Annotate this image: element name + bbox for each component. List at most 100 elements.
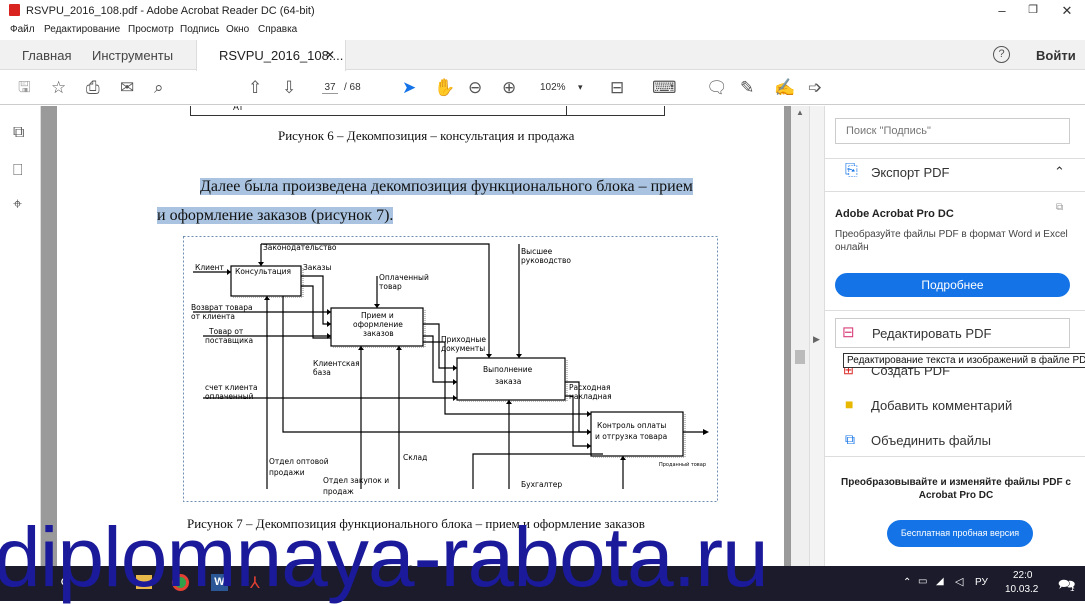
next-page-icon[interactable]: ⇩ [282, 78, 296, 98]
hand-tool-icon[interactable]: ✋ [434, 78, 455, 98]
export-pdf-label[interactable]: Экспорт PDF [871, 165, 949, 180]
pen-icon[interactable]: ✎ [740, 78, 754, 98]
diag-recv-3: заказов [363, 329, 394, 338]
tools-search-input[interactable] [835, 118, 1070, 144]
idef0-decomposition-diagram: Законодательство Высшее руководство Клие… [183, 236, 718, 502]
edit-pdf-row[interactable]: ⊟ Редактировать PDF [835, 318, 1070, 348]
menu-help[interactable]: Справка [258, 24, 297, 35]
scroll-up-icon[interactable]: ▲ [796, 108, 804, 117]
diag-paid-1: Оплаченный [379, 273, 429, 282]
paragraph-line-1: Далее была произведена декомпозиция функ… [200, 178, 693, 195]
prev-page-icon[interactable]: ⇧ [248, 78, 262, 98]
diag-control-1: Контроль оплаты [597, 421, 666, 430]
page-number-input[interactable]: 37 [322, 82, 338, 94]
diag-client: Клиент [195, 263, 225, 272]
panel-divider[interactable]: ▶ [809, 106, 824, 566]
promo-info-icon: ⧉ [1056, 202, 1064, 213]
diag-purchase-1: Отдел закупок и [323, 476, 389, 485]
login-button[interactable]: Войти [1036, 48, 1076, 63]
pages-thumbnail-icon[interactable]: ⧉ [13, 124, 24, 142]
edit-pdf-label: Редактировать PDF [872, 326, 992, 341]
diag-sold: Проданный товар [659, 461, 706, 468]
diag-invoice-1: счет клиента [205, 383, 258, 392]
help-icon[interactable]: ? [993, 46, 1010, 63]
edit-pdf-tooltip: Редактирование текста и изображений в фа… [843, 353, 1085, 368]
tab-document[interactable]: RSVPU_2016_108.... ✕ [196, 40, 346, 71]
select-cursor-icon[interactable]: ➤ [402, 78, 416, 98]
page-total: / 68 [344, 82, 361, 93]
figure-6-caption: Рисунок 6 – Декомпозиция – консультация … [278, 128, 575, 143]
site-watermark: diplomnaya-rabota.ru [0, 510, 769, 604]
edit-pdf-icon: ⊟ [842, 324, 855, 341]
print-icon[interactable]: ⎙ [86, 78, 100, 98]
bookmark-star-icon[interactable]: ☆ [51, 78, 66, 98]
network-icon[interactable]: ◢ [936, 576, 944, 587]
diag-law: Законодательство [263, 243, 337, 252]
save-icon[interactable]: 🖫 [18, 78, 31, 98]
tab-bar: Главная Инструменты RSVPU_2016_108.... ✕… [0, 40, 1085, 71]
menu-edit[interactable]: Редактирование [44, 24, 120, 35]
bookmarks-icon[interactable]: ⎕ [13, 162, 23, 180]
tray-chevron-icon[interactable]: ⌃ [903, 577, 911, 588]
search-zoom-icon[interactable]: ⌕ [154, 78, 164, 98]
diag-exec-1: Выполнение [483, 365, 533, 374]
diag-sales-2: продажи [269, 468, 305, 477]
battery-icon[interactable]: ▭ [918, 576, 927, 587]
scroll-thumb[interactable] [795, 350, 805, 364]
figure-fragment-label: АТ [233, 106, 244, 112]
diag-outgoing-1: Расходная [569, 383, 610, 392]
language-indicator[interactable]: РУ [975, 577, 988, 588]
comment-icon[interactable]: 🗨 [706, 78, 728, 98]
promo-title: Adobe Acrobat Pro DC [835, 208, 954, 220]
diag-client-base-2: база [313, 368, 331, 377]
promo-text: Преобразуйте файлы PDF в формат Word и E… [835, 229, 1068, 253]
diag-purchase-2: продаж [323, 487, 354, 496]
left-navigation-rail: ⧉ ⎕ ⌖ ◀ [0, 106, 54, 566]
menu-sign[interactable]: Подпись [180, 24, 220, 35]
diag-mgmt-1: Высшее [521, 247, 553, 256]
share-icon[interactable]: ➩ [808, 78, 822, 98]
collapse-chevron-icon[interactable]: ⌃ [1054, 164, 1065, 180]
fit-page-icon[interactable]: ⊟ [610, 78, 624, 98]
diag-paid-2: товар [379, 282, 402, 291]
zoom-dropdown-icon[interactable]: ▾ [578, 82, 583, 93]
add-comment-label[interactable]: Добавить комментарий [871, 398, 1012, 413]
zoom-in-icon[interactable]: ⊕ [502, 78, 516, 98]
diag-income-docs-2: документы [441, 344, 485, 353]
diag-sales-1: Отдел оптовой [269, 457, 329, 466]
combine-files-label[interactable]: Объединить файлы [871, 433, 991, 448]
keyboard-icon[interactable]: ⌨ [652, 78, 677, 98]
expand-right-panel-icon[interactable]: ▶ [813, 334, 820, 345]
volume-icon[interactable]: ◁ [955, 575, 963, 588]
menu-file[interactable]: Файл [10, 24, 35, 35]
clock-time[interactable]: 22:0 [1013, 570, 1032, 581]
attachments-icon[interactable]: ⌖ [13, 196, 22, 214]
clock-date[interactable]: 10.03.2 [1005, 584, 1038, 595]
zoom-level[interactable]: 102% [540, 82, 566, 93]
tab-home[interactable]: Главная [22, 48, 71, 63]
tab-tools[interactable]: Инструменты [92, 48, 173, 63]
diag-income-docs-1: Приходные [441, 335, 486, 344]
document-viewport[interactable]: АТ Рисунок 6 – Декомпозиция – консультац… [41, 106, 791, 566]
menu-bar: Файл Редактирование Просмотр Подпись Окн… [0, 22, 1085, 38]
minimize-button[interactable]: – [987, 3, 1017, 18]
bottom-promo-text: Преобразовывайте и изменяйте файлы PDF с… [841, 477, 1071, 501]
free-trial-button[interactable]: Бесплатная пробная версия [887, 520, 1033, 547]
menu-view[interactable]: Просмотр [128, 24, 174, 35]
more-info-button[interactable]: Подробнее [835, 273, 1070, 297]
acrobat-logo-icon [9, 4, 20, 16]
close-button[interactable]: ✕ [1052, 3, 1082, 19]
restore-button[interactable]: ❐ [1018, 3, 1048, 16]
zoom-out-icon[interactable]: ⊖ [468, 78, 482, 98]
diag-return-2: от клиента [191, 312, 235, 321]
tab-close-icon[interactable]: ✕ [325, 48, 335, 62]
vertical-scrollbar[interactable]: ▲ [791, 106, 809, 566]
window-title: RSVPU_2016_108.pdf - Adobe Acrobat Reade… [26, 5, 315, 17]
email-icon[interactable]: ✉ [120, 78, 134, 98]
diag-control-2: и отгрузка товара [595, 432, 667, 441]
diag-exec-2: заказа [495, 377, 521, 386]
previous-figure-fragment: АТ [190, 106, 665, 116]
paragraph-line-2: и оформление заказов (рисунок 7). [157, 207, 394, 224]
menu-window[interactable]: Окно [226, 24, 249, 35]
sign-icon[interactable]: ✍ [774, 78, 795, 98]
